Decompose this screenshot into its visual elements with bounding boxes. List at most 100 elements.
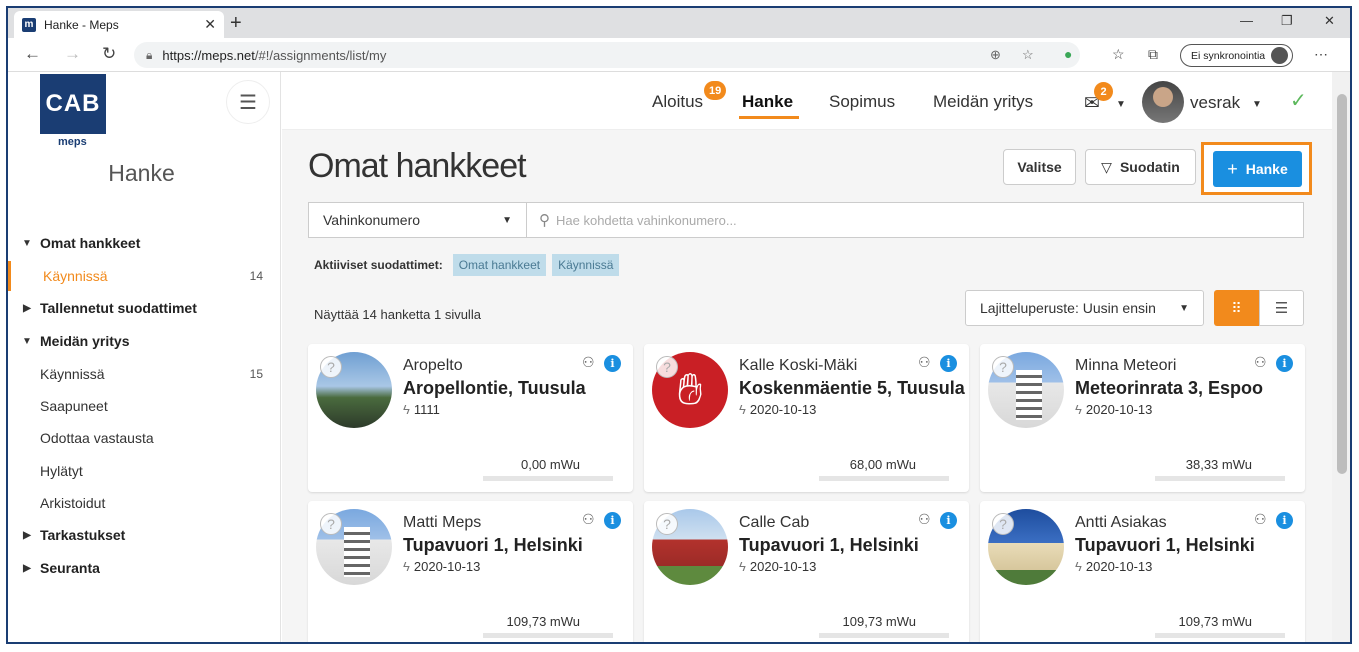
person-icon[interactable]: ⚇ xyxy=(1254,511,1267,528)
sort-select[interactable]: Lajitteluperuste: Uusin ensin ▼ xyxy=(965,290,1204,326)
zoom-icon[interactable]: ⊕ xyxy=(990,47,1001,63)
card-customer-name: Minna Meteori xyxy=(1075,357,1177,374)
url-field[interactable]: 🔒︎ https://meps.net /#!/assignments/list… xyxy=(134,42,1080,68)
plus-icon: + xyxy=(1227,158,1238,179)
username[interactable]: vesrak xyxy=(1190,93,1240,113)
count-badge: 15 xyxy=(249,367,263,381)
check-icon: ✓ xyxy=(1290,90,1307,112)
tab-aloitus[interactable]: Aloitus xyxy=(652,92,703,112)
back-icon[interactable]: ← xyxy=(24,44,41,64)
card-address[interactable]: Aropellontie, Tuusula xyxy=(403,378,586,399)
person-icon[interactable]: ⚇ xyxy=(1254,354,1267,371)
select-button[interactable]: Valitse xyxy=(1003,149,1076,185)
card-meta: ϟ 1111 xyxy=(403,402,440,417)
more-icon[interactable]: ⋯ xyxy=(1314,46,1328,63)
search-icon: ⚲ xyxy=(539,212,550,229)
card-customer-name: Kalle Koski-Mäki xyxy=(739,357,858,374)
user-dropdown-icon[interactable]: ▼ xyxy=(1252,99,1262,110)
card-value: 68,00 mWu xyxy=(849,457,916,472)
sidebar-item-label: Tallennetut suodattimet xyxy=(40,300,197,316)
card-customer-name: Matti Meps xyxy=(403,514,482,531)
project-card[interactable]: ? Calle Cab Tupavuori 1, Helsinki ϟ 2020-10-… xyxy=(644,501,969,642)
sidebar: CAB meps ☰ Hanke ▼ Omat hankkeet Käynnis… xyxy=(8,72,281,642)
person-icon[interactable]: ⚇ xyxy=(918,511,931,528)
close-window-icon[interactable]: ✕ xyxy=(1324,13,1335,29)
card-address[interactable]: Tupavuori 1, Helsinki xyxy=(739,535,919,556)
browser-tab[interactable]: m Hanke - Meps ✕ xyxy=(14,11,224,38)
count-badge: 14 xyxy=(249,269,263,283)
menu-toggle-icon[interactable]: ☰ xyxy=(226,80,270,124)
help-icon: ? xyxy=(320,356,342,378)
sidebar-group-tallennetut-suodattimet[interactable]: ▶ Tallennetut suodattimet xyxy=(8,293,281,323)
sidebar-item-kaynnissa-own[interactable]: Käynnissä 14 xyxy=(8,261,281,291)
chevron-down-icon: ▼ xyxy=(502,214,512,226)
mail-dropdown-icon[interactable]: ▼ xyxy=(1116,99,1126,110)
project-card[interactable]: ? Minna Meteori Meteorinrata 3, Espoo ϟ 2020… xyxy=(980,344,1305,492)
sidebar-item-hylatyt[interactable]: Hylätyt xyxy=(8,456,281,486)
sidebar-item-label: Meidän yritys xyxy=(40,333,130,349)
info-icon[interactable]: i xyxy=(1276,355,1293,372)
card-value: 0,00 mWu xyxy=(520,457,580,472)
maximize-icon[interactable]: ❐ xyxy=(1281,13,1293,29)
sort-label: Lajitteluperuste: Uusin ensin xyxy=(980,300,1156,316)
info-icon[interactable]: i xyxy=(604,355,621,372)
sidebar-item-arkistoidut[interactable]: Arkistoidut xyxy=(8,488,281,518)
sidebar-item-label: Hylätyt xyxy=(40,463,83,479)
minimize-icon[interactable]: — xyxy=(1240,13,1253,28)
card-address[interactable]: Koskenmäentie 5, Tuusula xyxy=(739,378,965,399)
list-view-button[interactable]: ☰ xyxy=(1259,290,1304,326)
search-input[interactable]: ⚲ Hae kohdetta vahinkonumero... xyxy=(527,203,1303,237)
project-card[interactable]: ? Matti Meps Tupavuori 1, Helsinki ϟ 2020-10… xyxy=(308,501,633,642)
filter-chip[interactable]: Käynnissä xyxy=(552,254,620,276)
info-icon[interactable]: i xyxy=(1276,512,1293,529)
scrollbar[interactable] xyxy=(1332,72,1350,642)
tab-title: Hanke - Meps xyxy=(44,17,119,32)
favorites-icon[interactable]: ☆ xyxy=(1112,46,1125,63)
close-tab-icon[interactable]: ✕ xyxy=(204,16,216,33)
person-icon[interactable]: ⚇ xyxy=(918,354,931,371)
project-card[interactable]: ✋︎? Kalle Koski-Mäki Koskenmäentie 5, Tuus… xyxy=(644,344,969,492)
info-icon[interactable]: i xyxy=(604,512,621,529)
card-address[interactable]: Tupavuori 1, Helsinki xyxy=(403,535,583,556)
lock-icon: 🔒︎ xyxy=(146,47,153,62)
tab-meidan-yritys[interactable]: Meidän yritys xyxy=(933,92,1033,112)
tab-sopimus[interactable]: Sopimus xyxy=(829,92,895,112)
new-project-button[interactable]: + Hanke xyxy=(1213,151,1302,187)
project-card[interactable]: ? Aropelto Aropellontie, Tuusula ϟ 1111 ⚇ i 0,0… xyxy=(308,344,633,492)
grid-view-button[interactable]: ⠿ xyxy=(1214,290,1259,326)
forward-icon[interactable]: → xyxy=(64,44,81,64)
sidebar-group-seuranta[interactable]: ▶ Seuranta xyxy=(8,553,281,583)
card-value: 38,33 mWu xyxy=(1185,457,1252,472)
sidebar-group-meidan-yritys[interactable]: ▼ Meidän yritys xyxy=(8,326,281,356)
scrollbar-thumb[interactable] xyxy=(1337,94,1347,474)
sidebar-group-tarkastukset[interactable]: ▶ Tarkastukset xyxy=(8,520,281,550)
info-icon[interactable]: i xyxy=(940,355,957,372)
search-field-select[interactable]: Vahinkonumero ▼ xyxy=(309,203,527,237)
sync-label: Ei synkronointia xyxy=(1191,49,1266,62)
tab-hanke[interactable]: Hanke xyxy=(742,92,793,112)
new-tab-icon[interactable]: + xyxy=(230,12,242,34)
filter-button[interactable]: ▽ Suodatin xyxy=(1085,149,1196,185)
card-customer-name: Aropelto xyxy=(403,357,463,374)
sidebar-item-label: Käynnissä xyxy=(43,268,108,284)
person-icon[interactable]: ⚇ xyxy=(582,354,595,371)
sidebar-item-odottaa-vastausta[interactable]: Odottaa vastausta xyxy=(8,423,281,453)
user-avatar[interactable] xyxy=(1142,81,1184,123)
reload-icon[interactable]: ↻ xyxy=(102,44,116,64)
card-address[interactable]: Meteorinrata 3, Espoo xyxy=(1075,378,1263,399)
sidebar-group-omat-hankkeet[interactable]: ▼ Omat hankkeet xyxy=(8,228,281,258)
sidebar-item-kaynnissa-company[interactable]: Käynnissä 15 xyxy=(8,359,281,389)
help-icon: ? xyxy=(656,513,678,535)
cab-logo[interactable]: CAB xyxy=(40,74,106,134)
sidebar-item-saapuneet[interactable]: Saapuneet xyxy=(8,391,281,421)
card-meta: ϟ 2020-10-13 xyxy=(739,402,816,417)
collections-icon[interactable]: ⧉ xyxy=(1148,46,1158,63)
extension-check-icon[interactable]: ● xyxy=(1064,46,1072,62)
filter-chip[interactable]: Omat hankkeet xyxy=(452,254,547,276)
info-icon[interactable]: i xyxy=(940,512,957,529)
card-address[interactable]: Tupavuori 1, Helsinki xyxy=(1075,535,1255,556)
sync-button[interactable]: Ei synkronointia xyxy=(1180,44,1294,67)
person-icon[interactable]: ⚇ xyxy=(582,511,595,528)
favorite-star-icon[interactable]: ☆ xyxy=(1022,47,1034,63)
project-card[interactable]: ? Antti Asiakas Tupavuori 1, Helsinki ϟ 2020… xyxy=(980,501,1305,642)
